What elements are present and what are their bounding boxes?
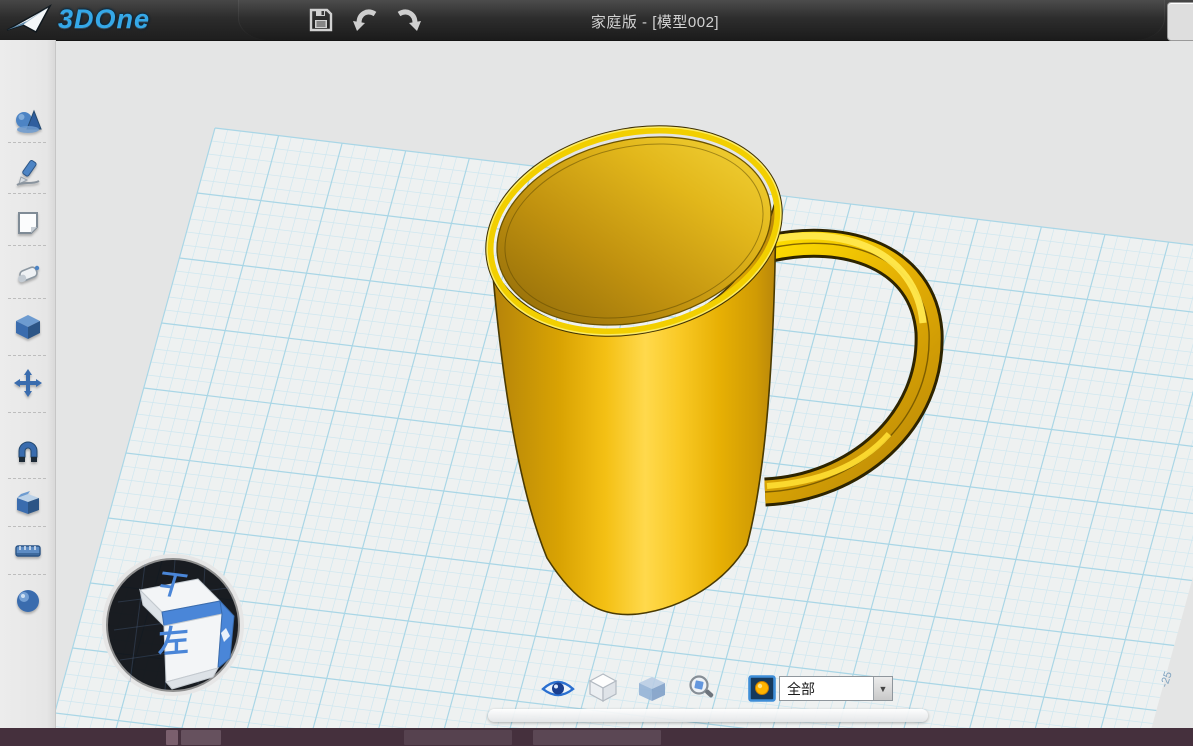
filter-dropdown-value: 全部 [780,679,873,699]
sidebar-item-eraser[interactable] [13,260,43,290]
undo-arrow-icon [352,6,380,34]
paper-plane-icon [6,3,52,35]
sidebar-item-solid[interactable] [13,312,43,342]
sidebar-item-primitives[interactable] [13,106,43,136]
toolbar-divider [8,478,46,479]
shaded-cube-icon [588,672,618,702]
display-mode-button[interactable] [588,672,618,702]
visibility-eye-icon [541,677,575,701]
corner-feedback-button[interactable] [1167,2,1193,41]
app-name: 3DOne [58,4,150,35]
chevron-down-icon[interactable]: ▼ [873,677,892,700]
save-floppy-icon [308,7,334,33]
sidebar-item-move[interactable] [13,368,43,398]
app-logo: 3DOne [6,3,150,35]
primitive-shapes-icon [14,107,42,135]
undo-button[interactable] [348,5,384,35]
material-sphere-icon [14,587,42,615]
open-box-icon [14,489,42,517]
view-cube[interactable]: 上 左 [100,552,246,698]
taskbar-item[interactable] [404,730,512,745]
redo-button[interactable] [390,5,426,35]
sidebar-item-magnet[interactable] [13,440,43,470]
sketch-pencil-icon [14,159,42,187]
redo-arrow-icon [394,6,422,34]
left-toolbar [0,40,56,746]
title-bar: 3DOne 家庭版 - [模型002] [0,0,1193,41]
toolbar-divider [8,193,46,194]
toolbar-divider [8,412,46,413]
sidebar-item-surface[interactable] [13,208,43,238]
move-arrows-icon [14,369,42,397]
filter-dropdown[interactable]: 全部 ▼ [779,676,893,701]
block-cube-icon [637,676,667,702]
magnet-icon [14,441,42,469]
eraser-icon [14,261,42,289]
toolbar-divider [8,142,46,143]
render-mode-button[interactable] [748,675,776,702]
system-taskbar [0,728,1193,746]
solid-cube-icon [14,313,42,341]
toolbar-divider [8,526,46,527]
document-title: 家庭版 - [模型002] [470,11,840,32]
surface-sheet-icon [14,209,42,237]
toolbar-divider [8,355,46,356]
block-display-button[interactable] [637,676,667,702]
zoom-magnifier-icon [686,674,716,702]
view-cube-front-label[interactable]: 左 [158,615,190,663]
sidebar-item-measure[interactable] [13,536,43,566]
toolbar-divider [8,298,46,299]
sidebar-item-material[interactable] [13,586,43,616]
taskbar-item[interactable] [181,730,221,745]
sidebar-item-sketch[interactable] [13,158,43,188]
save-button[interactable] [303,5,339,35]
measure-ruler-icon [14,537,42,565]
3done-app-window: -25 [0,0,1193,746]
zoom-button[interactable] [686,674,716,702]
render-mode-icon [748,675,776,702]
visibility-button[interactable] [541,676,575,702]
collapsed-panel-handle[interactable] [488,709,928,722]
sidebar-item-openbox[interactable] [13,488,43,518]
taskbar-item[interactable] [166,730,178,745]
taskbar-item[interactable] [533,730,661,745]
toolbar-divider [8,574,46,575]
toolbar-divider [8,245,46,246]
